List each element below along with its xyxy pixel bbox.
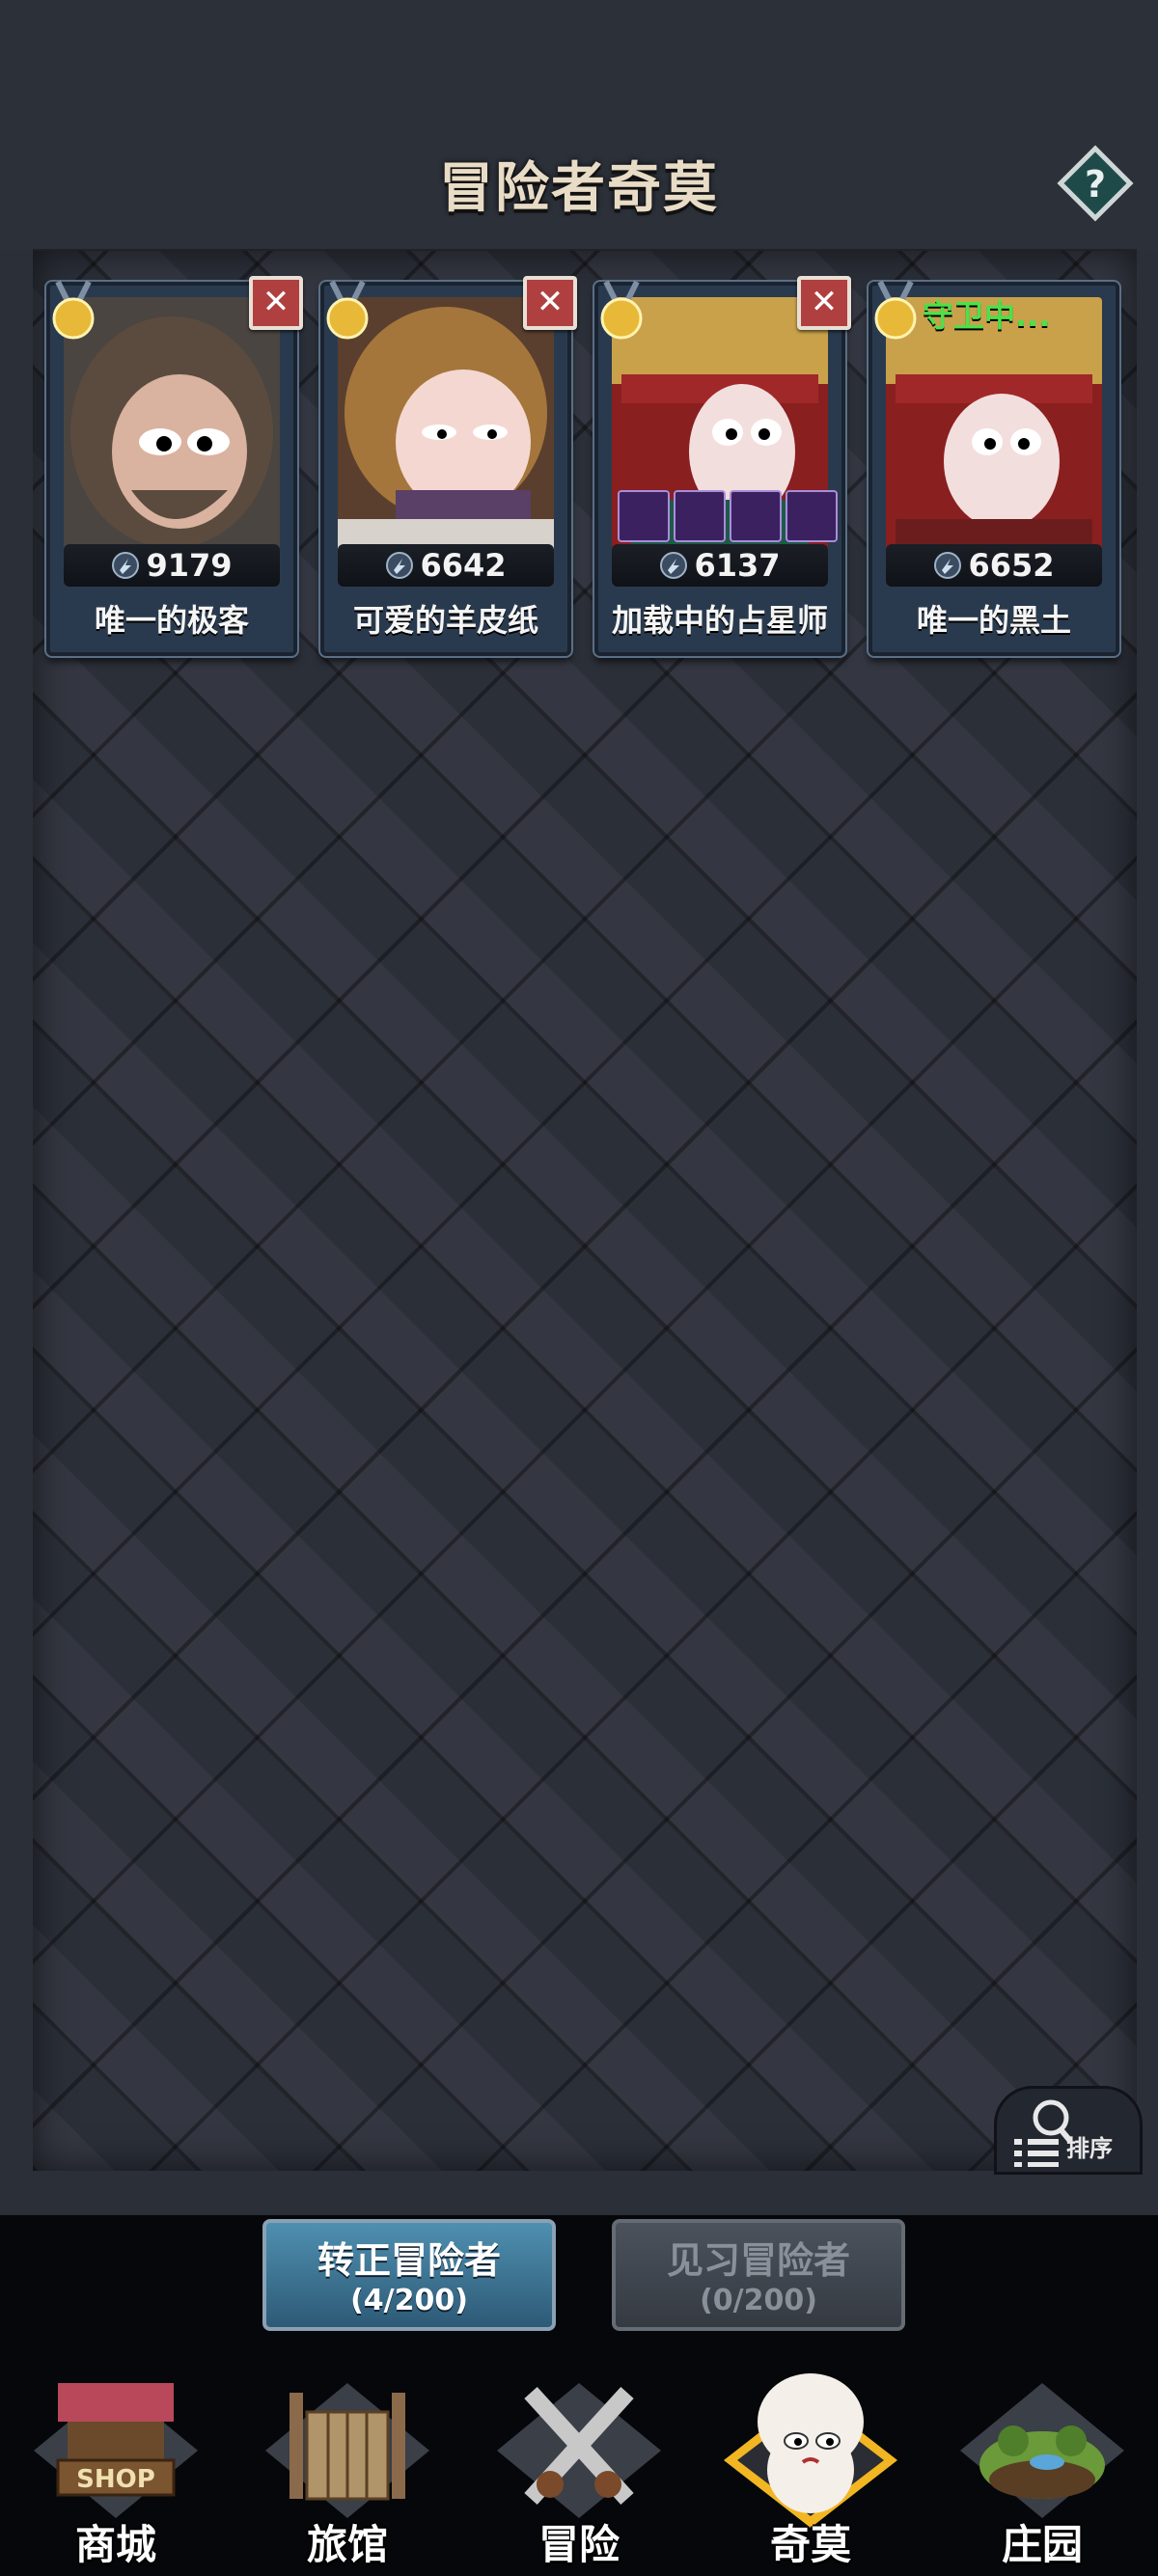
adventurer-card[interactable]: 守卫中... 6652 唯一的黑土 — [868, 280, 1119, 656]
remove-card-button[interactable]: ✕ — [523, 276, 577, 330]
adventurer-card[interactable]: ✕ 6137 加载中的占星师 — [594, 276, 851, 656]
adventurer-name: 可爱的羊皮纸 — [352, 602, 538, 639]
svg-text:?: ? — [1085, 163, 1106, 206]
adventurer-name: 唯一的黑土 — [916, 602, 1071, 639]
adventurer-card[interactable]: ✕ 6642 可爱的羊皮纸 — [320, 276, 577, 656]
medal-icon — [870, 280, 921, 342]
qimo-mascot-icon — [724, 2373, 897, 2528]
guarding-status: 守卫中... — [923, 297, 1051, 334]
tab-count: (0/200) — [700, 2284, 817, 2317]
equipment-gem-icon — [786, 490, 838, 542]
nav-qimo[interactable]: 奇莫 — [714, 2354, 907, 2572]
nav-manor[interactable]: 庄园 — [946, 2354, 1139, 2572]
sort-label: 排序 — [1066, 2135, 1113, 2162]
equipment-gem-icon — [618, 490, 670, 542]
shop-icon: SHOP — [34, 2383, 198, 2518]
nav-inn[interactable]: 旅馆 — [251, 2354, 444, 2572]
nav-adventure[interactable]: 冒险 — [482, 2354, 676, 2572]
power-icon — [934, 552, 962, 579]
tab-label: 见习冒险者 — [666, 2239, 850, 2282]
power-display: 6652 — [886, 544, 1102, 587]
help-button[interactable]: ? — [1057, 145, 1134, 222]
power-display: 9179 — [64, 544, 280, 587]
sort-button[interactable]: 排序 — [994, 2086, 1143, 2175]
remove-card-button[interactable]: ✕ — [797, 276, 851, 330]
tab-count: (4/200) — [350, 2284, 468, 2317]
power-icon — [112, 552, 140, 579]
power-value: 9179 — [146, 547, 233, 584]
equipment-gem-icon — [730, 490, 782, 542]
help-icon: ? — [1057, 145, 1134, 222]
power-display: 6642 — [338, 544, 554, 587]
nav-label: 旅馆 — [306, 2521, 388, 2568]
equipment-gem-icon — [674, 490, 726, 542]
medal-icon — [48, 280, 98, 342]
tab-label: 转正冒险者 — [317, 2239, 501, 2282]
adventurer-card[interactable]: ✕ 9179 唯一的极客 — [46, 276, 303, 656]
remove-card-button[interactable]: ✕ — [249, 276, 303, 330]
nav-shop[interactable]: SHOP 商城 — [19, 2354, 212, 2572]
tab-regular-adventurers[interactable]: 转正冒险者 (4/200) — [262, 2219, 556, 2331]
adventurer-name: 唯一的极客 — [94, 602, 249, 639]
medal-icon — [322, 280, 372, 342]
nav-label: 冒险 — [538, 2521, 620, 2568]
power-icon — [660, 552, 688, 579]
adventurer-name: 加载中的占星师 — [611, 602, 828, 639]
power-value: 6137 — [694, 547, 781, 584]
manor-island-icon — [960, 2383, 1124, 2518]
nav-label: 奇莫 — [769, 2521, 851, 2568]
power-value: 6652 — [968, 547, 1055, 584]
power-icon — [386, 552, 414, 579]
power-display: 6137 — [612, 544, 828, 587]
page-title: 冒险者奇莫 — [439, 157, 719, 220]
nav-label: 商城 — [74, 2521, 156, 2568]
crossed-swords-icon — [497, 2383, 661, 2518]
medal-icon — [596, 280, 647, 342]
equipment-slots — [618, 490, 838, 542]
inn-gate-icon — [265, 2383, 429, 2518]
nav-label: 庄园 — [1001, 2521, 1083, 2568]
power-value: 6642 — [420, 547, 507, 584]
tab-trainee-adventurers[interactable]: 见习冒险者 (0/200) — [612, 2219, 905, 2331]
svg-text:SHOP: SHOP — [76, 2465, 155, 2494]
